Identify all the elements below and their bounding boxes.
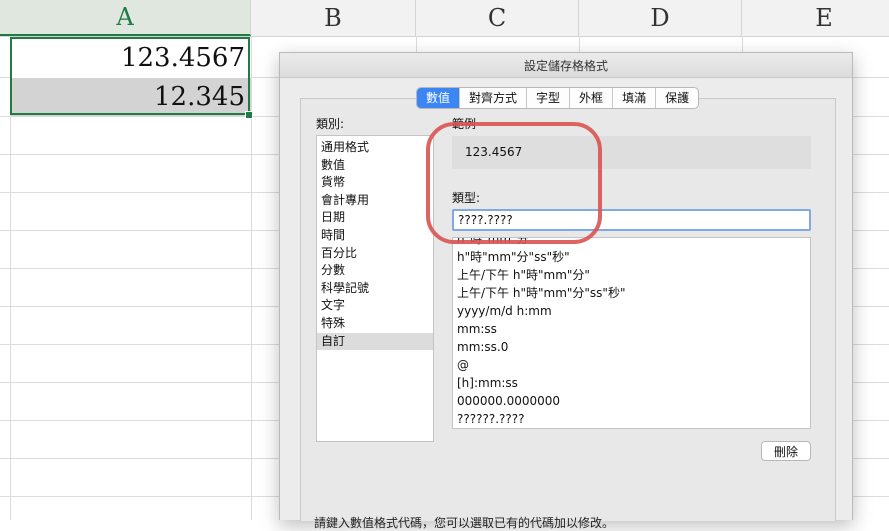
cell-a1[interactable]: 123.4567 (11, 38, 251, 78)
format-hint-text: 請鍵入數值格式代碼，您可以選取已有的代碼加以修改。 (314, 516, 615, 530)
column-header-b[interactable]: B (251, 0, 416, 36)
column-header-c[interactable]: C (416, 0, 579, 36)
category-item-general[interactable]: 通用格式 (317, 139, 433, 157)
category-item-number[interactable]: 數值 (317, 157, 433, 175)
list-item[interactable]: h"時"mm"分"ss"秒" (453, 248, 810, 266)
sample-preview: 123.4567 (452, 136, 811, 169)
category-item-date[interactable]: 日期 (317, 209, 433, 227)
list-item[interactable]: [h]:mm:ss (453, 374, 810, 392)
type-format-input[interactable] (452, 209, 811, 231)
sample-label: 範例 (452, 117, 477, 131)
format-cells-dialog: 設定儲存格格式 數值 對齊方式 字型 外框 填滿 保護 類別: 通用格式 數值 … (279, 52, 853, 530)
category-item-scientific[interactable]: 科學記號 (317, 280, 433, 298)
list-item[interactable]: mm:ss (453, 320, 810, 338)
list-item[interactable]: 上午/下午 h"時"mm"分" (453, 266, 810, 284)
delete-button[interactable]: 刪除 (761, 441, 811, 461)
list-item[interactable]: h"時"mm"分" (453, 238, 810, 248)
format-code-list[interactable]: h"時"mm"分" h"時"mm"分"ss"秒" 上午/下午 h"時"mm"分"… (452, 237, 811, 429)
column-header-e[interactable]: E (742, 0, 889, 36)
category-item-custom[interactable]: 自訂 (317, 332, 433, 351)
tab-alignment[interactable]: 對齊方式 (460, 88, 528, 108)
list-item[interactable]: 000000.0000000 (453, 392, 810, 410)
category-item-currency[interactable]: 貨幣 (317, 174, 433, 192)
category-item-special[interactable]: 特殊 (317, 315, 433, 333)
tab-protection[interactable]: 保護 (656, 88, 698, 108)
column-header-row: A B C D E (0, 0, 889, 37)
dialog-tabs: 數值 對齊方式 字型 外框 填滿 保護 (416, 87, 700, 109)
type-label: 類型: (452, 191, 481, 205)
list-item[interactable]: yyyy/m/d h:mm (453, 302, 810, 320)
grid-line (251, 36, 252, 520)
category-item-fraction[interactable]: 分數 (317, 262, 433, 280)
fill-handle[interactable] (245, 111, 253, 119)
tab-font[interactable]: 字型 (527, 88, 571, 108)
category-label: 類別: (316, 117, 345, 131)
list-item[interactable]: mm:ss.0 (453, 338, 810, 356)
format-code-list-content: h"時"mm"分" h"時"mm"分"ss"秒" 上午/下午 h"時"mm"分"… (453, 238, 810, 428)
category-item-time[interactable]: 時間 (317, 227, 433, 245)
list-item[interactable]: @ (453, 356, 810, 374)
category-list[interactable]: 通用格式 數值 貨幣 會計專用 日期 時間 百分比 分數 科學記號 文字 特殊 … (316, 135, 434, 442)
category-item-accounting[interactable]: 會計專用 (317, 192, 433, 210)
tab-border[interactable]: 外框 (570, 88, 614, 108)
category-item-text[interactable]: 文字 (317, 297, 433, 315)
list-item[interactable]: 上午/下午 h"時"mm"分"ss"秒" (453, 284, 810, 302)
category-item-percentage[interactable]: 百分比 (317, 245, 433, 263)
column-header-a[interactable]: A (0, 0, 251, 36)
tab-fill[interactable]: 填滿 (613, 88, 657, 108)
dialog-title[interactable]: 設定儲存格格式 (280, 53, 852, 78)
column-header-d[interactable]: D (579, 0, 742, 36)
cell-a2[interactable]: 12.345 (11, 78, 251, 116)
tab-number[interactable]: 數值 (417, 88, 461, 108)
list-item[interactable]: ??????.???? (453, 410, 810, 428)
